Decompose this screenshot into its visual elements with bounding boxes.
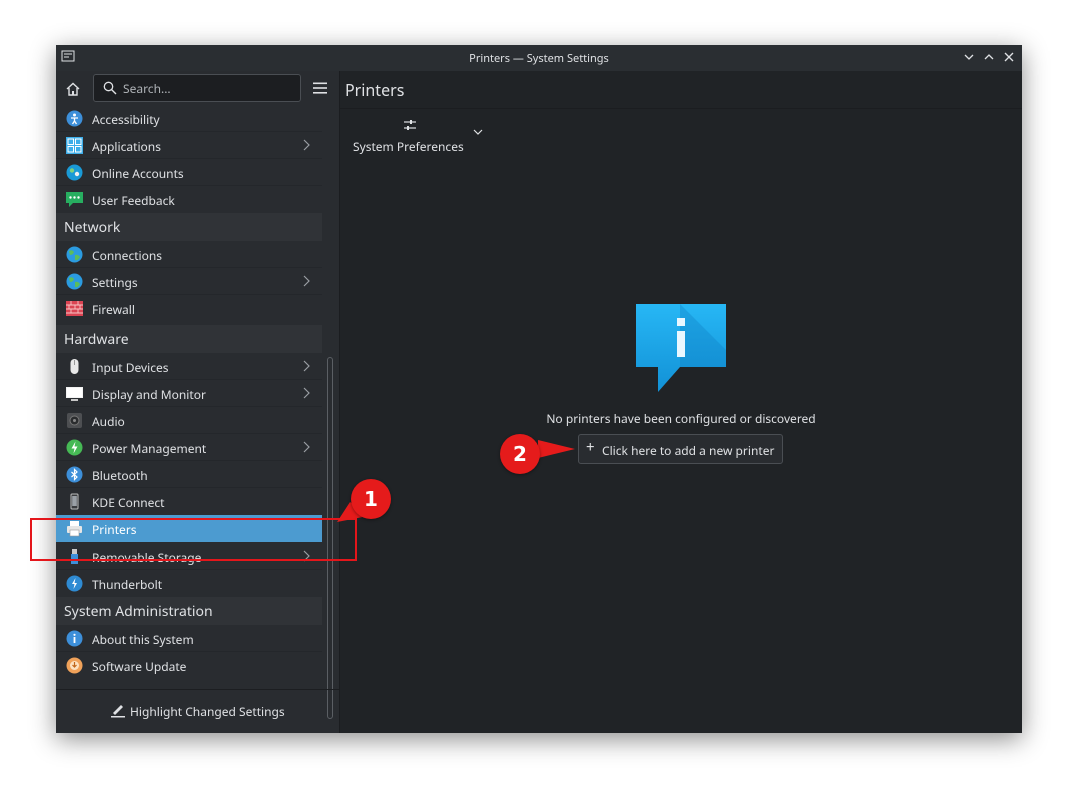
applications-icon <box>66 137 83 154</box>
callout-badge-2: 2 <box>500 434 540 474</box>
section-header-hardware: Hardware <box>56 325 322 353</box>
sidebar-item-label: Bluetooth <box>92 467 148 484</box>
maximize-icon[interactable] <box>982 50 996 64</box>
search-field[interactable] <box>93 74 301 102</box>
thunderbolt-icon <box>66 575 83 592</box>
divider <box>340 108 1022 109</box>
sidebar-item-label: Display and Monitor <box>92 386 206 403</box>
sidebar-item-thunderbolt[interactable]: Thunderbolt <box>56 570 322 597</box>
chevron-right-icon <box>303 387 310 399</box>
chevron-down-icon <box>473 129 483 135</box>
globe-icon <box>66 246 83 263</box>
highlighter-icon <box>111 705 125 718</box>
sidebar-item-label: Connections <box>92 247 163 264</box>
sidebar-item-kde-connect[interactable]: KDE Connect <box>56 488 322 515</box>
sidebar-item-about-this-system[interactable]: About this System <box>56 625 322 652</box>
sidebar-item-label: Settings <box>92 274 138 291</box>
sidebar-footer: Highlight Changed Settings <box>56 689 339 733</box>
accessibility-icon <box>66 110 83 127</box>
phone-icon <box>70 493 79 510</box>
section-header-network: Network <box>56 213 322 241</box>
empty-state-message: No printers have been configured or disc… <box>546 410 816 427</box>
sidebar: Accessibility Applications Online Accoun… <box>56 71 339 733</box>
sidebar-item-power-management[interactable]: Power Management <box>56 434 322 461</box>
home-icon[interactable] <box>65 81 81 97</box>
sidebar-item-label: Power Management <box>92 440 207 457</box>
highlight-changed-settings-label: Highlight Changed Settings <box>130 703 285 720</box>
title-bar: Printers — System Settings <box>56 45 1022 71</box>
firewall-icon <box>66 301 83 316</box>
system-settings-window: Printers — System Settings Search... Acc… <box>56 45 1022 733</box>
adjust-icon <box>404 120 416 130</box>
sidebar-item-applications[interactable]: Applications <box>56 132 322 159</box>
callout-badge-1: 1 <box>351 479 391 519</box>
callout-highlight-box <box>30 518 357 561</box>
sidebar-item-input-devices[interactable]: Input Devices <box>56 353 322 380</box>
sidebar-item-label: Firewall <box>92 301 135 318</box>
add-printer-button[interactable]: + Click here to add a new printer <box>578 434 783 464</box>
sidebar-item-label: Applications <box>92 138 161 155</box>
sidebar-item-online-accounts[interactable]: Online Accounts <box>56 159 322 186</box>
sidebar-item-label: Input Devices <box>92 359 169 376</box>
minimize-icon[interactable] <box>962 50 976 64</box>
mouse-icon <box>70 359 79 374</box>
sidebar-item-label: Accessibility <box>92 111 160 128</box>
chevron-right-icon <box>303 441 310 453</box>
sidebar-item-display-and-monitor[interactable]: Display and Monitor <box>56 380 322 407</box>
sidebar-item-audio[interactable]: Audio <box>56 407 322 434</box>
sidebar-item-software-update[interactable]: Software Update <box>56 652 322 679</box>
hamburger-menu-icon[interactable] <box>313 82 327 94</box>
sidebar-item-label: Online Accounts <box>92 165 184 182</box>
chevron-right-icon <box>303 139 310 151</box>
bluetooth-icon <box>66 466 83 483</box>
page-title: Printers <box>345 79 405 101</box>
close-icon[interactable] <box>1002 50 1016 64</box>
user-feedback-icon <box>66 192 83 207</box>
sidebar-item-label: Software Update <box>92 658 187 675</box>
online-accounts-icon <box>66 164 83 181</box>
sidebar-item-user-feedback[interactable]: User Feedback <box>56 186 322 213</box>
add-printer-label: Click here to add a new printer <box>602 442 775 459</box>
info-icon <box>66 630 83 647</box>
chevron-right-icon <box>303 275 310 287</box>
info-bubble-icon <box>636 304 726 392</box>
monitor-icon <box>66 387 83 401</box>
search-input[interactable] <box>123 79 293 97</box>
window-title: Printers — System Settings <box>469 51 609 66</box>
sidebar-item-label: About this System <box>92 631 194 648</box>
power-icon <box>66 439 83 456</box>
sidebar-item-label: User Feedback <box>92 192 175 209</box>
sidebar-item-accessibility[interactable]: Accessibility <box>56 105 322 132</box>
globe-icon <box>66 273 83 290</box>
sidebar-toolbar <box>56 71 339 107</box>
plus-icon: + <box>586 437 595 457</box>
search-icon <box>103 81 117 95</box>
main-panel: Printers System Preferences No printers … <box>340 71 1022 733</box>
update-icon <box>66 657 83 674</box>
sidebar-item-bluetooth[interactable]: Bluetooth <box>56 461 322 488</box>
system-preferences-label: System Preferences <box>353 138 464 155</box>
sidebar-item-label: Thunderbolt <box>92 576 163 593</box>
sidebar-item-label: KDE Connect <box>92 494 165 511</box>
sidebar-item-settings[interactable]: Settings <box>56 268 322 295</box>
chevron-right-icon <box>303 360 310 372</box>
sidebar-item-connections[interactable]: Connections <box>56 241 322 268</box>
speaker-icon <box>67 413 82 428</box>
section-header-system-administration: System Administration <box>56 597 322 625</box>
sidebar-item-label: Audio <box>92 413 125 430</box>
sidebar-item-firewall[interactable]: Firewall <box>56 295 322 322</box>
system-preferences-button[interactable]: System Preferences <box>353 119 493 159</box>
